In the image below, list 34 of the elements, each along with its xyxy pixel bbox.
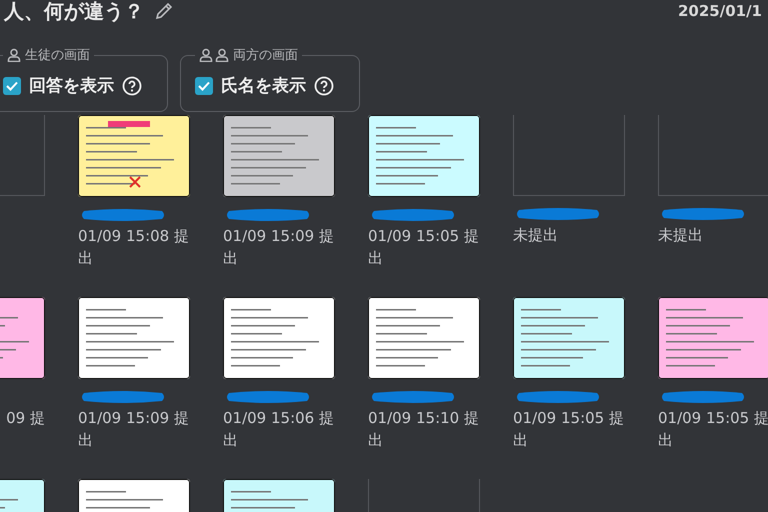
submission-status: 01/09 15:05 提出 <box>368 226 480 269</box>
answer-thumbnail[interactable] <box>368 115 480 197</box>
submission-status: 01/09 15:05 提出 <box>513 408 625 451</box>
help-icon[interactable] <box>122 76 142 96</box>
date-text: 2025/01/1 <box>678 2 762 20</box>
answer-thumbnail[interactable] <box>223 115 335 197</box>
answer-thumbnail[interactable] <box>223 297 335 379</box>
checkmark-icon <box>6 80 18 90</box>
page-title: 人、何が違う？ <box>4 0 144 24</box>
group-legend: 両方の画面 <box>233 46 298 64</box>
answer-thumbnail[interactable] <box>513 297 625 379</box>
submission-status: 01/09 15:09 提出 <box>223 226 335 269</box>
submission-status: 01/09 15:05 提出 <box>658 408 768 451</box>
answer-thumbnail[interactable] <box>78 115 190 197</box>
submission-status: 未提出 <box>658 225 704 246</box>
checkbox-label[interactable]: 回答を表示 <box>29 74 114 97</box>
help-icon[interactable] <box>314 76 334 96</box>
checkbox-label[interactable]: 氏名を表示 <box>221 74 306 97</box>
pencil-icon[interactable] <box>154 1 174 21</box>
person-icon <box>7 48 21 62</box>
checkbox[interactable] <box>195 76 213 94</box>
submission-status: 09 提 <box>5 408 45 429</box>
answer-thumbnail[interactable] <box>78 297 190 379</box>
submission-status: 01/09 15:09 提出 <box>78 408 190 451</box>
checkmark-icon <box>198 80 210 90</box>
submission-status: 未提出 <box>513 225 559 246</box>
submission-status: 01/09 15:08 提出 <box>78 226 190 269</box>
checkbox[interactable] <box>3 76 21 94</box>
answer-thumbnail[interactable] <box>368 297 480 379</box>
answer-thumbnail[interactable] <box>658 297 768 379</box>
submission-status: 01/09 15:06 提出 <box>223 408 335 451</box>
people-icon <box>199 48 229 62</box>
group-legend: 生徒の画面 <box>25 46 90 64</box>
submission-status: 01/09 15:10 提出 <box>368 408 480 451</box>
